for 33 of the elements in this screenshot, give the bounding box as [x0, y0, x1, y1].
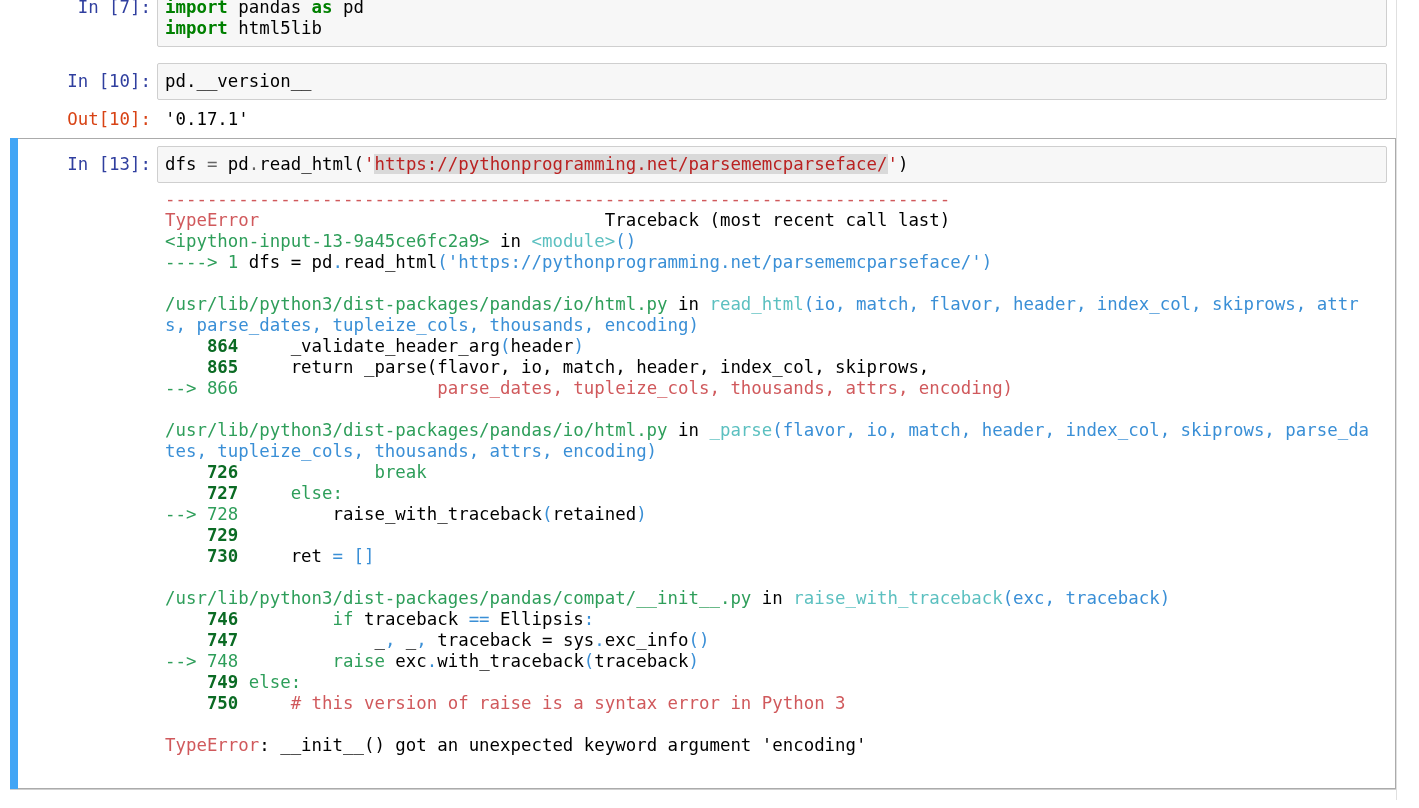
traceback-line: --> 866 parse_dates, tupleize_cols, thousands, attrs, encoding) — [165, 378, 1015, 399]
traceback-line: 865 return _parse(flavor, io, match, header, index_col, skiprows, — [205, 357, 931, 378]
traceback-line: 726 break — [205, 462, 428, 483]
traceback-line: /usr/lib/python3/dist-packages/pandas/io/html.py in read_html(io, match, flavor, header, index_col, skiprows, attr — [165, 294, 1360, 315]
input-prompt: In [7]: — [76, 0, 152, 18]
output-prompt: Out[10]: — [66, 108, 152, 130]
traceback-line: TypeError: __init__() got an unexpected keyword argument 'encoding' — [165, 735, 868, 756]
traceback-line: 749 else: — [205, 672, 303, 693]
traceback-line: /usr/lib/python3/dist-packages/pandas/compat/__init__.py in raise_with_traceback(exc, traceback) — [165, 588, 1172, 609]
traceback-line: 747 _, _, traceback = sys.exc_info() — [205, 630, 711, 651]
traceback-line: 750 # this version of raise is a syntax error in Python 3 — [205, 693, 847, 714]
traceback-line: ----> 1 dfs = pd.read_html('https://pythonprogramming.net/parsememcparseface/') — [165, 252, 994, 273]
output-text: '0.17.1' — [165, 109, 250, 130]
traceback-line: TypeError Traceback (most recent call last) — [165, 210, 952, 231]
code-line: pd.__version__ — [165, 71, 313, 92]
code-input[interactable]: pd.__version__ — [157, 63, 1387, 100]
traceback-line: 729 — [205, 525, 240, 546]
traceback-line: <ipython-input-13-9a45ce6fc2a9> in <module>() — [165, 231, 638, 252]
input-prompt: In [13]: — [66, 153, 152, 175]
traceback-line: 727 else: — [205, 483, 344, 504]
traceback-line: 864 _validate_header_arg(header) — [205, 336, 585, 357]
input-prompt: In [10]: — [66, 70, 152, 92]
code-line: import html5lib — [165, 18, 324, 39]
selected-cell[interactable] — [10, 138, 1396, 789]
traceback-line: --> 748 raise exc.with_traceback(traceback) — [165, 651, 701, 672]
traceback-line: tes, tupleize_cols, thousands, attrs, encoding) — [165, 441, 659, 462]
traceback-line: --------------------------------------------------------------------------- — [165, 189, 952, 210]
traceback-line: --> 728 raise_with_traceback(retained) — [165, 504, 648, 525]
traceback-line: /usr/lib/python3/dist-packages/pandas/io/html.py in _parse(flavor, io, match, header, index_col, skiprows, parse_da — [165, 420, 1371, 441]
traceback-line: s, parse_dates, tupleize_cols, thousands, encoding) — [165, 315, 700, 336]
code-input[interactable]: dfs = pd.read_html('https://pythonprogramming.net/parsememcparseface/') — [157, 146, 1387, 183]
traceback-line: 730 ret = [] — [205, 546, 376, 567]
traceback-line: 746 if traceback == Ellipsis: — [205, 609, 596, 630]
